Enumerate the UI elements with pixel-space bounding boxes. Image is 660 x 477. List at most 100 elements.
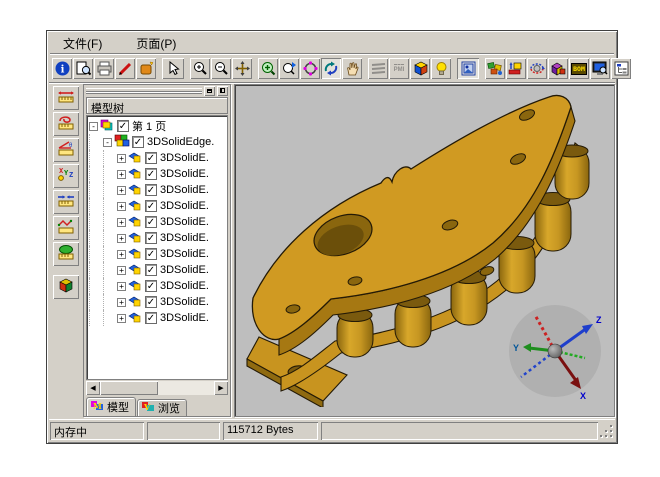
expand-icon[interactable]: + <box>117 266 126 275</box>
tree-row-part[interactable]: + ✓ 3DSolidE. <box>89 150 227 166</box>
tree-label[interactable]: 3DSolidE. <box>160 168 209 180</box>
tree-row-assembly[interactable]: - ✓ 3DSolidEdge. <box>89 134 227 150</box>
tree-row-part[interactable]: + ✓ 3DSolidE. <box>89 246 227 262</box>
print-preview-button[interactable] <box>73 58 93 79</box>
layers-button[interactable] <box>368 58 388 79</box>
tree-row-part[interactable]: + ✓ 3DSolidE. <box>89 262 227 278</box>
parts-explode-button[interactable] <box>485 58 505 79</box>
collapse-icon[interactable]: - <box>89 122 98 131</box>
tree-row-part[interactable]: + ✓ 3DSolidE. <box>89 310 227 326</box>
tree-label[interactable]: 3DSolidE. <box>160 312 209 324</box>
tree-row-part[interactable]: + ✓ 3DSolidE. <box>89 294 227 310</box>
tree-row-part[interactable]: + ✓ 3DSolidE. <box>89 230 227 246</box>
section-boxes-button[interactable] <box>548 58 568 79</box>
stamp-button[interactable] <box>136 58 156 79</box>
expand-icon[interactable]: + <box>117 282 126 291</box>
info-button[interactable]: i <box>52 58 72 79</box>
image-mode-button[interactable] <box>457 58 479 79</box>
tree-label[interactable]: 3DSolidE. <box>160 200 209 212</box>
tree-row-part[interactable]: + ✓ 3DSolidE. <box>89 278 227 294</box>
tree-row-part[interactable]: + ✓ 3DSolidE. <box>89 166 227 182</box>
hand-pan-button[interactable] <box>342 58 362 79</box>
part-checkbox[interactable]: ✓ <box>145 312 157 324</box>
measure-coordinate-button[interactable]: XYZ <box>53 164 79 188</box>
tree-label[interactable]: 3DSolidE. <box>160 248 209 260</box>
part-checkbox[interactable]: ✓ <box>145 168 157 180</box>
model-tree[interactable]: - ✓ 第 1 页 - ✓ 3DSolidEdge. <box>86 115 228 380</box>
expand-icon[interactable]: + <box>117 314 126 323</box>
move-part-button[interactable] <box>506 58 526 79</box>
select-cursor-button[interactable] <box>162 58 184 79</box>
viewport-3d[interactable]: Z X Y <box>234 84 615 417</box>
measure-distance-button[interactable] <box>53 86 79 110</box>
part-checkbox[interactable]: ✓ <box>145 200 157 212</box>
tree-label[interactable]: 3DSolidEdge. <box>147 136 214 148</box>
panel-hide-button[interactable] <box>217 86 228 96</box>
tree-label[interactable]: 3DSolidE. <box>160 232 209 244</box>
expand-icon[interactable]: + <box>117 154 126 163</box>
measure-min-distance-button[interactable] <box>53 190 79 214</box>
measure-volume-button[interactable] <box>53 275 79 299</box>
assembly-checkbox[interactable]: ✓ <box>132 136 144 148</box>
zoom-window-button[interactable] <box>258 58 278 79</box>
resize-grip[interactable] <box>601 426 614 439</box>
views-cube-button[interactable] <box>410 58 430 79</box>
zoom-out-button[interactable] <box>211 58 231 79</box>
part-checkbox[interactable]: ✓ <box>145 152 157 164</box>
expand-icon[interactable]: + <box>117 202 126 211</box>
part-checkbox[interactable]: ✓ <box>145 184 157 196</box>
collapse-icon[interactable]: - <box>103 138 112 147</box>
menu-page[interactable]: 页面(P) <box>132 33 180 54</box>
pmi-button[interactable]: PMI <box>389 58 409 79</box>
scroll-thumb[interactable] <box>100 381 158 395</box>
tab-model[interactable]: M 模型 <box>86 397 136 416</box>
markup-pen-button[interactable] <box>115 58 135 79</box>
panel-float-button[interactable] <box>204 86 215 96</box>
measure-area-button[interactable] <box>53 242 79 266</box>
panel-gripper[interactable] <box>84 85 230 96</box>
tree-row-page[interactable]: - ✓ 第 1 页 <box>89 118 227 134</box>
observe-button[interactable] <box>279 58 299 79</box>
bom-button[interactable]: BOM <box>569 58 589 79</box>
menu-file[interactable]: 文件(F) <box>59 33 106 54</box>
expand-icon[interactable]: + <box>117 298 126 307</box>
tree-view-button[interactable] <box>611 58 631 79</box>
part-checkbox[interactable]: ✓ <box>145 280 157 292</box>
rotate-target-button[interactable] <box>300 58 320 79</box>
tree-hscrollbar[interactable]: ◀ ▶ <box>86 381 228 395</box>
expand-icon[interactable]: + <box>117 186 126 195</box>
scroll-track[interactable] <box>158 381 214 395</box>
light-button[interactable] <box>431 58 451 79</box>
zoom-in-button[interactable] <box>190 58 210 79</box>
measure-polyline-button[interactable] <box>53 216 79 240</box>
gripper-handle[interactable] <box>86 88 202 94</box>
part-checkbox[interactable]: ✓ <box>145 248 157 260</box>
scroll-left-button[interactable]: ◀ <box>86 381 100 395</box>
page-checkbox[interactable]: ✓ <box>117 120 129 132</box>
part-checkbox[interactable]: ✓ <box>145 232 157 244</box>
spin-view-button[interactable] <box>321 58 341 79</box>
print-button[interactable] <box>94 58 114 79</box>
tree-row-part[interactable]: + ✓ 3DSolidE. <box>89 214 227 230</box>
expand-icon[interactable]: + <box>117 218 126 227</box>
measure-curve-button[interactable] <box>53 112 79 136</box>
measure-angle-button[interactable]: θ <box>53 138 79 162</box>
expand-icon[interactable]: + <box>117 250 126 259</box>
part-checkbox[interactable]: ✓ <box>145 216 157 228</box>
expand-icon[interactable]: + <box>117 234 126 243</box>
part-checkbox[interactable]: ✓ <box>145 264 157 276</box>
tree-row-part[interactable]: + ✓ 3DSolidE. <box>89 182 227 198</box>
tree-label[interactable]: 3DSolidE. <box>160 184 209 196</box>
pan-button[interactable] <box>232 58 252 79</box>
tree-label[interactable]: 3DSolidE. <box>160 152 209 164</box>
part-checkbox[interactable]: ✓ <box>145 296 157 308</box>
tab-browse[interactable]: V 浏览 <box>137 399 187 416</box>
expand-icon[interactable]: + <box>117 170 126 179</box>
info-window-button[interactable] <box>590 58 610 79</box>
scroll-right-button[interactable]: ▶ <box>214 381 228 395</box>
tree-label[interactable]: 3DSolidE. <box>160 216 209 228</box>
tree-label[interactable]: 3DSolidE. <box>160 280 209 292</box>
tree-label[interactable]: 第 1 页 <box>132 118 166 134</box>
tree-label[interactable]: 3DSolidE. <box>160 296 209 308</box>
rotate-part-button[interactable] <box>527 58 547 79</box>
